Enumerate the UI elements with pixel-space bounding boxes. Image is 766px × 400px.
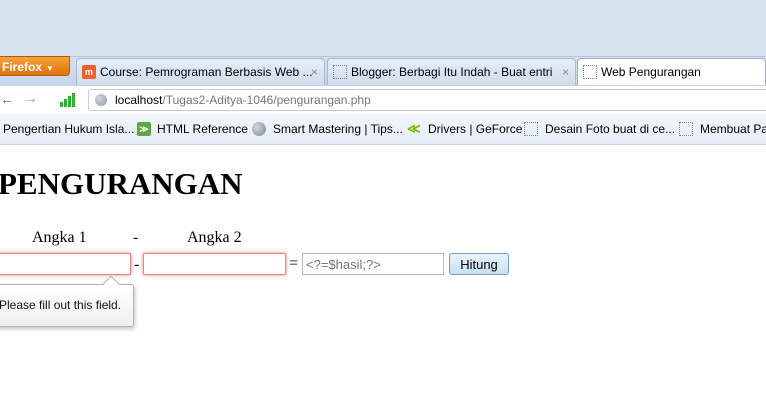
- bookmark-html-reference[interactable]: HTML Reference: [157, 122, 248, 136]
- tab-label: Blogger: Berbagi Itu Indah - Buat entri: [351, 65, 553, 79]
- minus-operator: -: [134, 256, 140, 273]
- blank-page-icon: [524, 122, 538, 136]
- bookmark-smart-mastering[interactable]: Smart Mastering | Tips...: [273, 122, 403, 136]
- hitung-button[interactable]: Hitung: [449, 253, 509, 275]
- signal-bars-icon: [60, 93, 76, 107]
- url-bar[interactable]: localhost/Tugas2-Aditya-1046/pengurangan…: [88, 89, 766, 111]
- bookmarks-toolbar: Pengertian Hukum Isla... HTML Reference …: [0, 114, 766, 145]
- window-titlebar-area: [0, 0, 766, 56]
- tab-close-icon[interactable]: ×: [311, 59, 318, 85]
- globe-icon: [95, 94, 107, 106]
- angka1-input[interactable]: [0, 253, 131, 275]
- page-title: PENGURANGAN: [0, 166, 243, 201]
- chevron-down-icon: ▼: [46, 64, 54, 73]
- angka1-label: Angka 1: [32, 229, 87, 246]
- blank-page-icon: [679, 122, 693, 136]
- result-field[interactable]: [302, 253, 444, 275]
- globe-icon: [252, 122, 266, 136]
- html-reference-icon: ≫: [137, 122, 151, 136]
- equals-sign: =: [289, 255, 299, 272]
- blank-page-favicon-icon: [333, 65, 347, 79]
- bookmark-drivers-geforce[interactable]: Drivers | GeForce: [428, 122, 522, 136]
- tab-course[interactable]: m Course: Pemrograman Berbasis Web ... ×: [76, 58, 325, 85]
- bookmark-desain-foto[interactable]: Desain Foto buat di ce...: [545, 122, 675, 136]
- angka2-label: Angka 2: [187, 229, 242, 246]
- bookmark-pengertian-hukum[interactable]: Pengertian Hukum Isla...: [3, 122, 134, 136]
- tab-close-icon[interactable]: ×: [562, 59, 569, 85]
- forward-arrow-icon[interactable]: →: [22, 90, 38, 108]
- validation-message: Please fill out this field.: [0, 298, 122, 312]
- moodle-favicon-icon: m: [82, 65, 96, 79]
- url-path: /Tugas2-Aditya-1046/pengurangan.php: [162, 93, 371, 107]
- tab-web-pengurangan[interactable]: Web Pengurangan: [577, 58, 766, 85]
- bookmark-membuat[interactable]: Membuat Pa: [700, 122, 766, 136]
- firefox-menu-button[interactable]: Firefox ▼: [0, 56, 70, 76]
- tab-blogger[interactable]: Blogger: Berbagi Itu Indah - Buat entri …: [327, 58, 576, 85]
- back-arrow-icon[interactable]: ←: [0, 91, 14, 107]
- minus-header-label: -: [133, 229, 139, 246]
- tab-label: Web Pengurangan: [601, 65, 701, 79]
- url-text: localhost/Tugas2-Aditya-1046/pengurangan…: [115, 90, 371, 110]
- firefox-menu-label: Firefox: [2, 60, 43, 74]
- tab-label: Course: Pemrograman Berbasis Web ...: [100, 65, 313, 79]
- url-host: localhost: [115, 93, 163, 107]
- angka2-input[interactable]: [143, 253, 286, 275]
- blank-page-favicon-icon: [583, 65, 597, 79]
- nvidia-icon: ≪: [407, 121, 421, 136]
